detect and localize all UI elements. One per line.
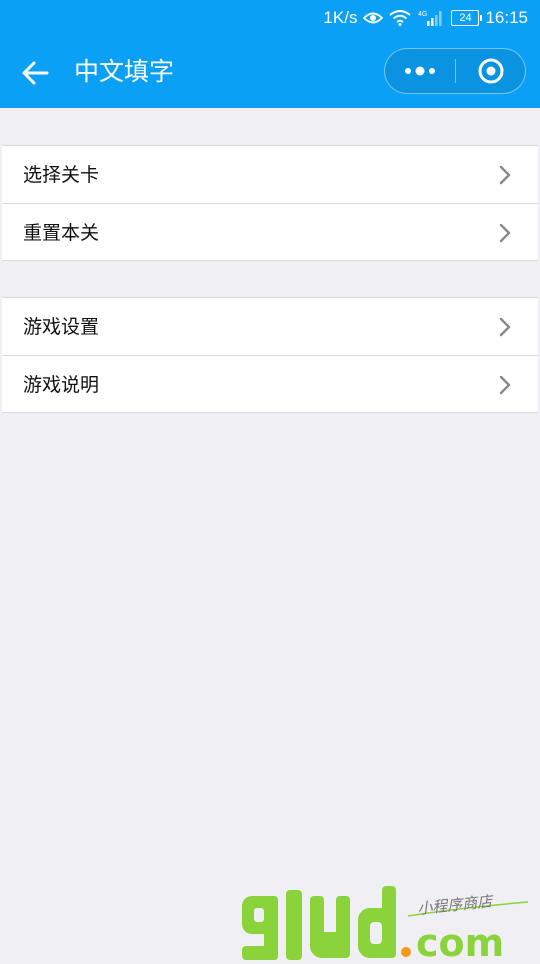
clock: 16:15 bbox=[485, 8, 528, 27]
menu-item-game-settings[interactable]: 游戏设置 bbox=[2, 298, 538, 355]
page-title: 中文填字 bbox=[74, 57, 175, 86]
menu-item-label: 重置本关 bbox=[23, 221, 100, 244]
eye-icon bbox=[363, 11, 384, 25]
more-dots-icon bbox=[405, 66, 435, 76]
more-button[interactable] bbox=[385, 49, 455, 93]
menu-item-label: 游戏说明 bbox=[23, 373, 100, 396]
chevron-right-icon bbox=[499, 165, 511, 185]
menu-item-game-instructions[interactable]: 游戏说明 bbox=[2, 355, 538, 413]
chevron-right-icon bbox=[499, 317, 511, 337]
menu-item-reset-level[interactable]: 重置本关 bbox=[2, 203, 538, 261]
top-bar: 1K/s 4G 24 16:15 中文填字 bbox=[0, 0, 540, 108]
signal-icon: 4G bbox=[417, 9, 445, 27]
status-indicators: 1K/s 4G 24 16:15 bbox=[323, 6, 528, 30]
chevron-right-icon bbox=[499, 223, 511, 243]
status-bar: 1K/s 4G 24 16:15 bbox=[0, 0, 540, 36]
menu-item-select-level[interactable]: 选择关卡 bbox=[2, 146, 538, 203]
menu-group-level: 选择关卡 重置本关 bbox=[2, 145, 538, 261]
close-button[interactable] bbox=[456, 49, 526, 93]
battery-icon: 24 bbox=[451, 10, 483, 26]
battery-level: 24 bbox=[459, 12, 472, 24]
watermark-tagline: 小程序商店 bbox=[417, 892, 495, 918]
chevron-right-icon bbox=[499, 375, 511, 395]
arrow-left-icon bbox=[22, 61, 49, 85]
wifi-icon bbox=[389, 10, 412, 26]
menu-item-label: 游戏设置 bbox=[23, 315, 100, 338]
menu-item-label: 选择关卡 bbox=[23, 163, 100, 186]
menu-group-game: 游戏设置 游戏说明 bbox=[2, 297, 538, 413]
watermark-domain: com bbox=[416, 921, 504, 960]
network-type-label: 4G bbox=[418, 11, 427, 18]
watermark-logo: com 小程序商店 bbox=[238, 880, 538, 964]
target-circle-icon bbox=[478, 58, 504, 84]
nav-bar: 中文填字 bbox=[0, 36, 540, 108]
back-button[interactable] bbox=[14, 52, 56, 94]
net-speed: 1K/s bbox=[323, 8, 358, 27]
mini-program-capsule bbox=[384, 48, 526, 94]
